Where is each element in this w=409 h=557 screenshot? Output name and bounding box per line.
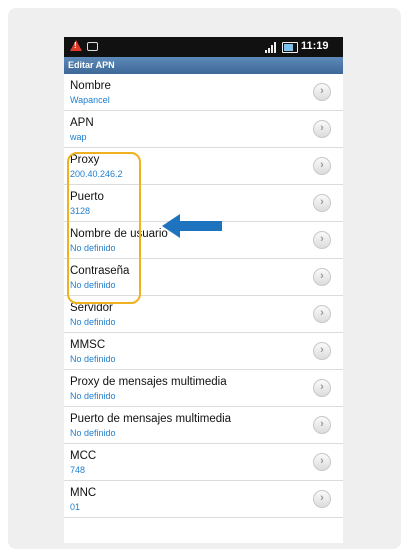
setting-value: No definido (70, 391, 116, 401)
setting-value: wap (70, 132, 87, 142)
status-bar: 11:19 (64, 37, 343, 57)
phone-screen: 11:19 Editar APN Nombre Wapancel › APN w… (64, 37, 343, 543)
chevron-right-icon[interactable]: › (313, 416, 331, 434)
battery-icon (282, 42, 298, 53)
setting-label: APN (70, 117, 94, 129)
camera-icon (87, 42, 98, 51)
chevron-right-icon[interactable]: › (313, 157, 331, 175)
setting-value: No definido (70, 354, 116, 364)
left-arrow-icon (162, 214, 222, 238)
setting-value: Wapancel (70, 95, 110, 105)
signal-icon (265, 42, 279, 53)
setting-row-nombre[interactable]: Nombre Wapancel › (64, 74, 343, 111)
chevron-right-icon[interactable]: › (313, 342, 331, 360)
setting-value: 01 (70, 502, 81, 512)
screen-title: Editar APN (64, 57, 343, 74)
setting-row-mnc[interactable]: MNC 01 › (64, 481, 343, 518)
setting-label: Puerto de mensajes multimedia (70, 413, 232, 425)
chevron-right-icon[interactable]: › (313, 231, 331, 249)
setting-label: MNC (70, 487, 97, 499)
chevron-right-icon[interactable]: › (313, 83, 331, 101)
setting-row-proxy-mms[interactable]: Proxy de mensajes multimedia No definido… (64, 370, 343, 407)
setting-row-puerto-mms[interactable]: Puerto de mensajes multimedia No definid… (64, 407, 343, 444)
setting-value: No definido (70, 317, 116, 327)
setting-label: MMSC (70, 339, 106, 351)
setting-label: MCC (70, 450, 97, 462)
chevron-right-icon[interactable]: › (313, 379, 331, 397)
status-time: 11:19 (301, 40, 329, 52)
chevron-right-icon[interactable]: › (313, 268, 331, 286)
warning-icon (70, 40, 82, 51)
chevron-right-icon[interactable]: › (313, 490, 331, 508)
chevron-right-icon[interactable]: › (313, 194, 331, 212)
setting-row-mcc[interactable]: MCC 748 › (64, 444, 343, 481)
chevron-right-icon[interactable]: › (313, 305, 331, 323)
apn-settings-list: Nombre Wapancel › APN wap › Proxy 200.40… (64, 74, 343, 518)
setting-label: Nombre (70, 80, 111, 92)
chevron-right-icon[interactable]: › (313, 453, 331, 471)
setting-value: 748 (70, 465, 86, 475)
highlight-box (67, 152, 141, 304)
setting-row-apn[interactable]: APN wap › (64, 111, 343, 148)
setting-value: No definido (70, 428, 116, 438)
setting-row-mmsc[interactable]: MMSC No definido › (64, 333, 343, 370)
chevron-right-icon[interactable]: › (313, 120, 331, 138)
setting-label: Proxy de mensajes multimedia (70, 376, 227, 388)
